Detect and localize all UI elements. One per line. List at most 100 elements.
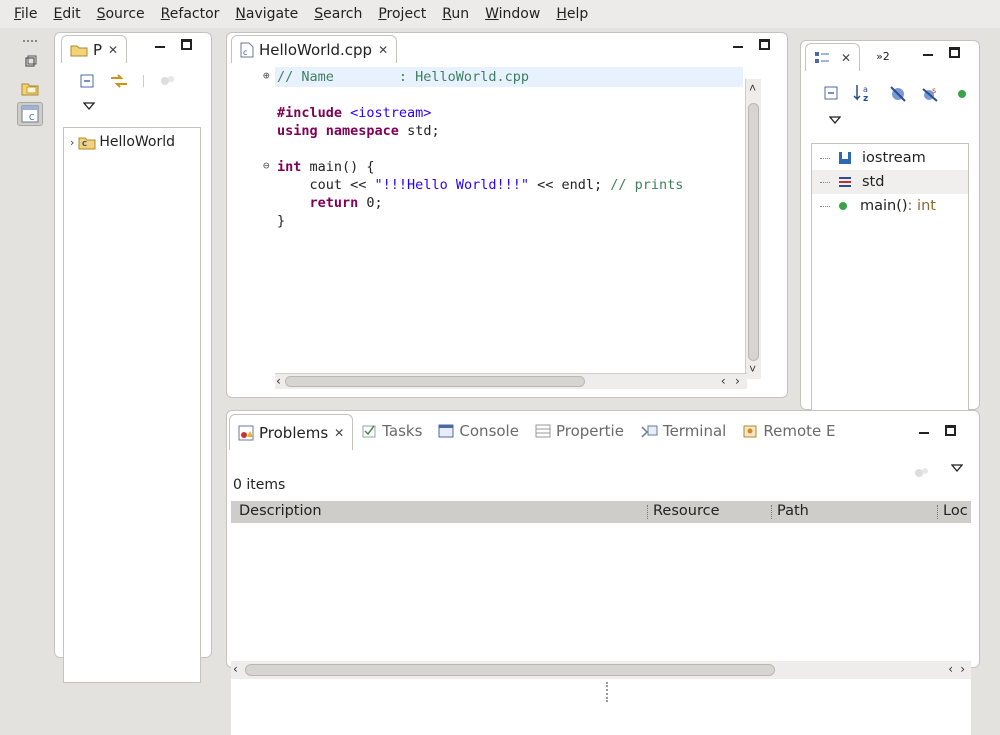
drag-handle[interactable]: [23, 40, 37, 44]
hide-static-icon: s: [922, 86, 938, 102]
outline-item-main[interactable]: main() : int: [812, 194, 968, 218]
menu-refactor[interactable]: Refactor: [161, 6, 220, 22]
filter-button[interactable]: [159, 73, 177, 89]
close-icon[interactable]: ✕: [108, 43, 118, 57]
maximize-button[interactable]: [945, 425, 956, 436]
more-views-badge[interactable]: »2: [876, 50, 890, 63]
scrollbar-thumb[interactable]: [748, 103, 759, 361]
view-menu-button[interactable]: [951, 463, 963, 473]
menu-project[interactable]: Project: [378, 6, 426, 22]
hide-fields-icon: [890, 86, 906, 102]
minimize-button[interactable]: [919, 431, 929, 434]
menu-run[interactable]: Run: [442, 6, 469, 22]
minimize-button[interactable]: [733, 45, 743, 48]
menu-file[interactable]: File: [14, 6, 37, 22]
tab-properties[interactable]: Propertie: [527, 417, 632, 445]
bottom-tabbar: Problems ✕ Tasks Console Propertie Termi…: [227, 411, 979, 451]
tab-terminal[interactable]: Terminal: [632, 417, 734, 445]
keyword: namespace: [325, 123, 399, 139]
code-line-6: cout << "!!!Hello World!!!" << endl; // …: [277, 177, 684, 193]
close-icon[interactable]: ✕: [841, 51, 851, 65]
tab-remote-explorer[interactable]: Remote E: [734, 417, 843, 445]
maximize-button[interactable]: [181, 39, 192, 50]
code-line-3: using namespace std;: [277, 123, 440, 139]
column-description[interactable]: Description: [239, 503, 322, 519]
menu-window[interactable]: Window: [485, 6, 540, 22]
scroll-left-icon[interactable]: ‹: [233, 662, 238, 676]
scroll-left-icon[interactable]: ‹: [275, 374, 282, 388]
hide-static-button[interactable]: s: [921, 85, 939, 103]
restore-button[interactable]: [17, 50, 43, 74]
toolbar-separator: [143, 75, 144, 87]
scroll-up-icon[interactable]: ˄: [749, 81, 756, 96]
menu-edit[interactable]: Edit: [53, 6, 80, 22]
sash-handle[interactable]: [606, 682, 610, 702]
chevron-down-icon: [83, 102, 95, 111]
menu-source[interactable]: Source: [97, 6, 145, 22]
horizontal-scrollbar[interactable]: ‹ ‹ ›: [275, 373, 747, 389]
collapse-all-button[interactable]: [823, 85, 839, 101]
minimize-button[interactable]: [155, 45, 165, 48]
tree-item[interactable]: › C HelloWorld: [64, 132, 200, 152]
column-separator[interactable]: [647, 505, 648, 519]
collapse-all-button[interactable]: [79, 73, 95, 89]
scrollbar-thumb[interactable]: [245, 664, 775, 676]
include-path: <iostream>: [342, 105, 432, 121]
tree-connector: [820, 205, 830, 207]
tab-outline[interactable]: ✕: [805, 43, 861, 71]
column-path[interactable]: Path: [777, 503, 809, 519]
tab-console[interactable]: Console: [430, 417, 527, 445]
collapse-fold-icon[interactable]: ⊖: [263, 159, 270, 172]
svg-text:a: a: [863, 85, 868, 94]
tab-project-explorer[interactable]: P ✕: [61, 35, 128, 63]
chevron-right-icon[interactable]: ›: [70, 136, 74, 149]
outline-item-label: iostream: [862, 150, 926, 166]
view-menu-button[interactable]: [83, 101, 95, 111]
scrollbar-thumb[interactable]: [285, 376, 585, 387]
code-editor[interactable]: ⊕ // Name : HelloWorld.cpp #include <ios…: [235, 65, 763, 393]
expand-fold-icon[interactable]: ⊕: [263, 69, 270, 82]
scroll-left-icon[interactable]: ‹: [948, 662, 953, 676]
code-text: cout <<: [277, 177, 375, 193]
scroll-right-icon[interactable]: ›: [734, 374, 741, 388]
hide-fields-button[interactable]: [889, 85, 907, 103]
horizontal-scrollbar[interactable]: ‹ ‹ ›: [231, 661, 971, 679]
close-icon[interactable]: ✕: [334, 426, 344, 440]
outline-item-std[interactable]: std: [812, 170, 968, 194]
vertical-scrollbar[interactable]: ˄ ˅: [745, 79, 761, 379]
column-separator[interactable]: [771, 505, 772, 519]
menu-help[interactable]: Help: [556, 6, 588, 22]
link-with-editor-button[interactable]: [109, 73, 129, 89]
tab-helloworld-cpp[interactable]: c HelloWorld.cpp ✕: [231, 35, 398, 63]
outline-tree: iostream std main() : int: [811, 143, 969, 433]
tab-tasks[interactable]: Tasks: [353, 417, 430, 445]
menu-search[interactable]: Search: [314, 6, 362, 22]
filter-button[interactable]: [913, 465, 931, 481]
minimize-button[interactable]: [923, 53, 933, 56]
maximize-button[interactable]: [949, 47, 960, 58]
column-location[interactable]: Loc: [943, 503, 968, 519]
outline-item-label: std: [862, 174, 885, 190]
maximize-button[interactable]: [759, 39, 770, 50]
code-line-5: int main() {: [277, 159, 375, 175]
hide-nonpublic-button[interactable]: [957, 89, 967, 99]
string-literal: "!!!Hello World!!!": [374, 177, 529, 193]
outline-item-iostream[interactable]: iostream: [812, 146, 968, 170]
sort-az-icon: az: [853, 85, 868, 103]
column-separator[interactable]: [937, 505, 938, 519]
menu-navigate[interactable]: Navigate: [235, 6, 298, 22]
project-explorer-trim-button[interactable]: [17, 76, 43, 100]
cpp-perspective-button[interactable]: C: [17, 102, 43, 126]
outline-tabbar: ✕ »2: [801, 41, 979, 71]
view-menu-button[interactable]: [829, 115, 841, 125]
sort-button[interactable]: az: [853, 83, 875, 103]
code-text: 0;: [358, 195, 383, 211]
table-header: Description Resource Path Loc: [231, 501, 971, 523]
scroll-right-icon[interactable]: ›: [960, 662, 965, 676]
scroll-left-icon[interactable]: ‹: [720, 374, 727, 388]
tree-connector: [820, 157, 830, 159]
close-icon[interactable]: ✕: [378, 43, 388, 57]
scroll-down-icon[interactable]: ˅: [749, 362, 756, 377]
tab-problems[interactable]: Problems ✕: [229, 414, 354, 450]
column-resource[interactable]: Resource: [653, 503, 720, 519]
